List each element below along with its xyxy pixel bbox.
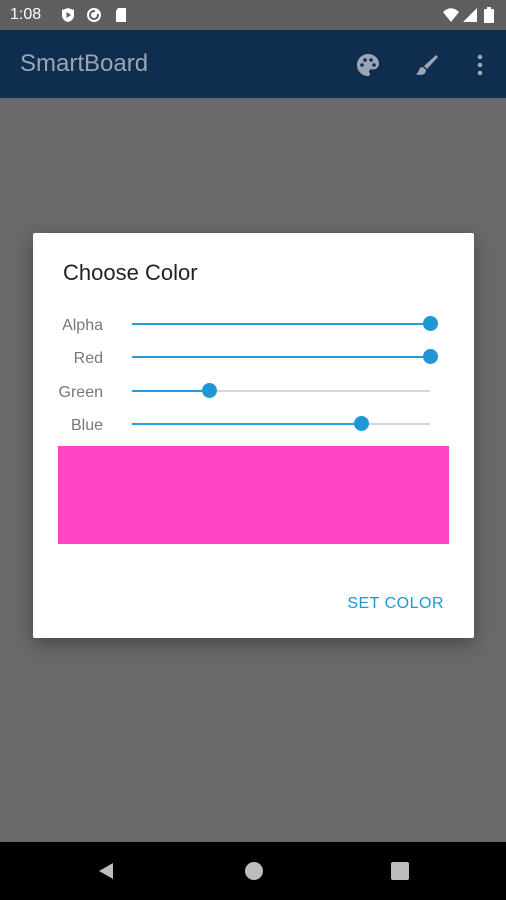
red-slider[interactable] — [132, 349, 438, 364]
blue-slider[interactable] — [132, 416, 430, 431]
back-icon[interactable] — [96, 861, 116, 886]
alpha-label: Alpha — [62, 317, 103, 334]
play-protect-icon — [60, 7, 76, 23]
blue-slider-fill — [132, 423, 362, 425]
recents-icon[interactable] — [391, 861, 409, 886]
more-vert-icon[interactable] — [467, 52, 493, 78]
palette-icon[interactable] — [355, 52, 381, 78]
alpha-slider-fill — [132, 323, 430, 325]
alpha-slider[interactable] — [132, 316, 438, 331]
blue-slider-thumb[interactable] — [354, 416, 370, 431]
sd-card-icon — [113, 7, 129, 23]
set-color-button[interactable]: SET COLOR — [347, 595, 444, 613]
signal-icon — [462, 7, 478, 23]
green-slider-thumb[interactable] — [202, 383, 218, 398]
blue-label: Blue — [70, 417, 103, 434]
sync-icon — [86, 7, 102, 23]
red-label: Red — [73, 350, 103, 367]
green-slider[interactable] — [132, 383, 430, 398]
red-slider-fill — [132, 356, 430, 358]
choose-color-dialog: Choose Color Alpha Red Green Blue SET CO… — [33, 233, 474, 638]
navigation-bar — [0, 842, 506, 900]
alpha-slider-thumb[interactable] — [423, 316, 438, 331]
status-time: 1:08 — [10, 6, 42, 23]
app-bar: SmartBoard — [0, 30, 506, 98]
dialog-title: Choose Color — [63, 260, 198, 285]
home-icon[interactable] — [244, 861, 264, 886]
brush-icon[interactable] — [414, 52, 440, 78]
color-preview — [58, 446, 449, 544]
green-label: Green — [58, 384, 103, 401]
green-slider-fill — [132, 390, 210, 392]
wifi-icon — [443, 7, 459, 23]
battery-icon — [484, 7, 494, 23]
app-title: SmartBoard — [20, 50, 149, 77]
red-slider-thumb[interactable] — [423, 349, 438, 364]
status-bar: 1:08 — [0, 0, 506, 30]
